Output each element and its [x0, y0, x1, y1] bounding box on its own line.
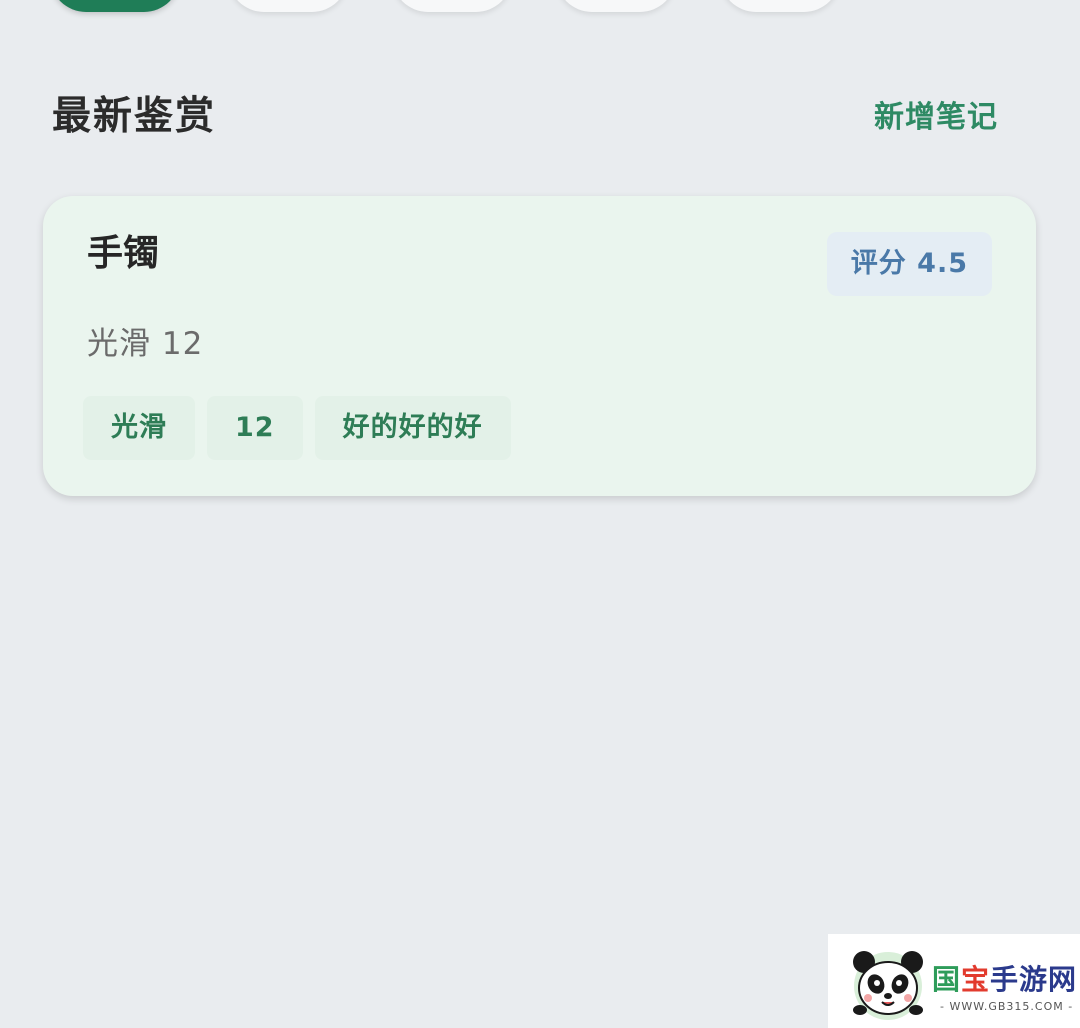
filter-chip[interactable]: [228, 0, 348, 12]
tag-list: 光滑 12 好的好的好: [83, 396, 523, 460]
watermark-brand: 国宝手游网: [932, 963, 1078, 996]
tag-chip: 12: [207, 396, 303, 460]
score-badge: 评分 4.5: [826, 232, 992, 296]
appraisal-card[interactable]: 手镯 评分 4.5 光滑 12 光滑 12 好的好的好: [43, 196, 1036, 496]
filter-chip[interactable]: [720, 0, 840, 12]
filter-chip[interactable]: [392, 0, 512, 12]
watermark-url: - WWW.GB315.COM -: [940, 1000, 1074, 1013]
filter-chip[interactable]: [556, 0, 676, 12]
card-title: 手镯: [87, 233, 160, 274]
tag-chip: 光滑: [83, 396, 195, 460]
section-title: 最新鉴赏: [52, 94, 217, 139]
filter-chip-bar: [0, 0, 1080, 12]
tag-chip: 好的好的好: [314, 396, 511, 460]
card-summary: 光滑 12: [87, 326, 204, 362]
section-header: 最新鉴赏 新增笔记: [52, 92, 998, 142]
filter-chip-active[interactable]: [50, 0, 180, 12]
watermark-logo: 国宝手游网 - WWW.GB315.COM -: [828, 934, 1080, 1028]
panda-logo-icon: [853, 951, 923, 1020]
add-note-button[interactable]: 新增笔记: [874, 96, 998, 140]
